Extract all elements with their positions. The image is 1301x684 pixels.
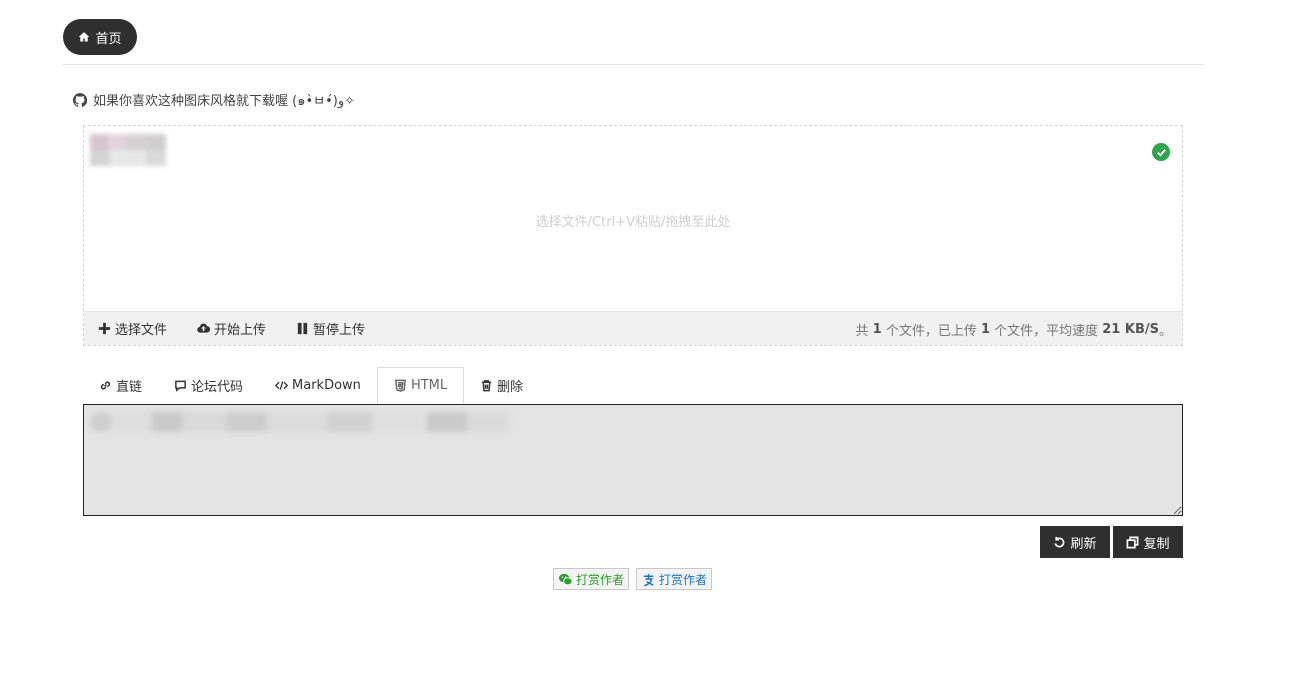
uploaded-file-thumbnail (90, 134, 166, 176)
promo-link[interactable]: 如果你喜欢这种图床风格就下载喔 (๑•̀ㅂ•́)و✧ (73, 90, 355, 110)
upload-toolbar: 选择文件 开始上传 暂停上传 共 1 个文件，已上传 1 个文件，平均速度 21… (84, 311, 1182, 345)
tab-forum-code[interactable]: 论坛代码 (158, 367, 259, 404)
header-divider (62, 64, 1204, 65)
wechat-donate-button[interactable]: 打赏作者 (553, 568, 630, 590)
wechat-icon (558, 573, 573, 585)
refresh-icon (1054, 536, 1065, 547)
tab-forum-code-label: 论坛代码 (191, 380, 244, 395)
tab-markdown[interactable]: MarkDown (259, 367, 377, 404)
tab-html[interactable]: HTML (376, 367, 465, 404)
alipay-icon (643, 573, 654, 586)
code-icon (275, 381, 289, 390)
html5-icon (394, 379, 406, 392)
wechat-donate-label: 打赏作者 (576, 572, 625, 587)
tab-html-label: HTML (410, 378, 448, 393)
tab-direct-link-label: 直链 (116, 380, 143, 395)
check-circle-icon (1152, 143, 1170, 161)
pause-upload-label: 暂停上传 (313, 323, 366, 338)
refresh-label: 刷新 (1070, 536, 1097, 552)
copy-icon (1127, 536, 1139, 548)
pause-upload-button[interactable]: 暂停上传 (296, 319, 365, 338)
total-files: 1 (872, 321, 882, 337)
upload-dropzone[interactable]: 选择文件/Ctrl+V粘贴/拖拽至此处 选择文件 开始上传 暂停上传 共 1 个… (83, 125, 1183, 346)
pause-icon (297, 322, 308, 335)
upload-stats: 共 1 个文件，已上传 1 个文件，平均速度 21 KB/S。 (855, 321, 1173, 339)
home-label: 首页 (95, 31, 122, 47)
link-icon (100, 381, 111, 390)
home-button[interactable]: 首页 (63, 19, 137, 55)
plus-icon (98, 322, 111, 335)
alipay-donate-label: 打赏作者 (659, 572, 708, 587)
start-upload-label: 开始上传 (214, 323, 267, 338)
uploaded-files: 1 (980, 321, 990, 337)
tab-markdown-label: MarkDown (292, 378, 361, 393)
start-upload-button[interactable]: 开始上传 (197, 319, 266, 338)
link-format-tabs: 直链 论坛代码 MarkDown HTML 删除 (83, 367, 539, 404)
tab-delete-label: 删除 (497, 380, 524, 395)
comment-icon (175, 380, 186, 392)
alipay-donate-button[interactable]: 打赏作者 (636, 568, 713, 590)
copy-button[interactable]: 复制 (1113, 526, 1183, 558)
select-files-button[interactable]: 选择文件 (98, 319, 167, 338)
copy-label: 复制 (1143, 536, 1170, 552)
resize-grip-icon[interactable] (1173, 506, 1182, 515)
tab-delete[interactable]: 删除 (464, 367, 539, 404)
tab-direct-link[interactable]: 直链 (83, 367, 158, 404)
cloud-upload-icon (197, 323, 211, 333)
trash-icon (481, 380, 492, 392)
home-icon (79, 32, 90, 42)
promo-text: 如果你喜欢这种图床风格就下载喔 (๑•̀ㅂ•́)و✧ (93, 93, 356, 109)
link-output-textarea[interactable] (83, 404, 1183, 516)
refresh-button[interactable]: 刷新 (1040, 526, 1110, 558)
github-icon (73, 93, 87, 107)
drop-hint: 选择文件/Ctrl+V粘贴/拖拽至此处 (535, 215, 731, 230)
select-files-label: 选择文件 (115, 323, 168, 338)
upload-speed: 21 KB/S (1102, 321, 1159, 337)
